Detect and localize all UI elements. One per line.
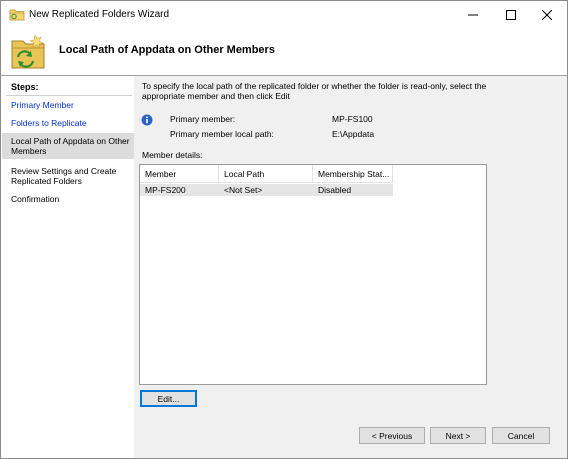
member-details-list[interactable]: Member Local Path Membership Stat... MP-… xyxy=(139,164,487,385)
wizard-window: New Replicated Folders Wizard Local Path… xyxy=(0,0,568,459)
title-bar: New Replicated Folders Wizard xyxy=(1,1,567,29)
primary-path-value: E:\Appdata xyxy=(332,129,375,139)
edit-button[interactable]: Edit... xyxy=(140,390,197,407)
close-button[interactable] xyxy=(529,1,565,29)
steps-pane: Steps: Primary Member Folders to Replica… xyxy=(2,76,134,458)
column-header-member[interactable]: Member xyxy=(140,165,219,183)
column-header-membership-status[interactable]: Membership Stat... xyxy=(313,165,393,183)
row-membership-status: Disabled xyxy=(318,185,352,195)
primary-member-label: Primary member: xyxy=(170,114,236,124)
cancel-button[interactable]: Cancel xyxy=(492,427,550,444)
step-confirmation: Confirmation xyxy=(11,194,60,204)
instructions-text: To specify the local path of the replica… xyxy=(142,81,487,101)
content-pane: To specify the local path of the replica… xyxy=(134,76,567,458)
replicated-folder-icon xyxy=(9,31,47,71)
info-icon xyxy=(141,114,153,126)
step-folders-to-replicate[interactable]: Folders to Replicate xyxy=(2,118,134,128)
list-header: Member Local Path Membership Stat... xyxy=(140,165,393,183)
steps-title: Steps: xyxy=(11,82,39,92)
window-title: New Replicated Folders Wizard xyxy=(29,9,170,20)
row-member: MP-FS200 xyxy=(145,185,186,195)
list-row[interactable]: MP-FS200 <Not Set> Disabled xyxy=(140,184,393,196)
maximize-button[interactable] xyxy=(493,1,529,29)
steps-divider xyxy=(6,95,132,96)
minimize-button[interactable] xyxy=(455,1,491,29)
step-primary-member[interactable]: Primary Member xyxy=(2,100,134,110)
next-button[interactable]: Next > xyxy=(430,427,486,444)
step-review-settings: Review Settings and Create Replicated Fo… xyxy=(11,166,117,186)
previous-button[interactable]: < Previous xyxy=(359,427,425,444)
row-local-path: <Not Set> xyxy=(224,185,263,195)
folder-app-icon xyxy=(9,7,25,21)
step-local-path: Local Path of Appdata on Other Members xyxy=(2,133,134,159)
member-details-label: Member details: xyxy=(142,150,203,160)
primary-member-value: MP-FS100 xyxy=(332,114,373,124)
page-title: Local Path of Appdata on Other Members xyxy=(59,44,275,56)
primary-path-label: Primary member local path: xyxy=(170,129,274,139)
column-header-local-path[interactable]: Local Path xyxy=(219,165,313,183)
wizard-header: Local Path of Appdata on Other Members xyxy=(1,29,567,75)
